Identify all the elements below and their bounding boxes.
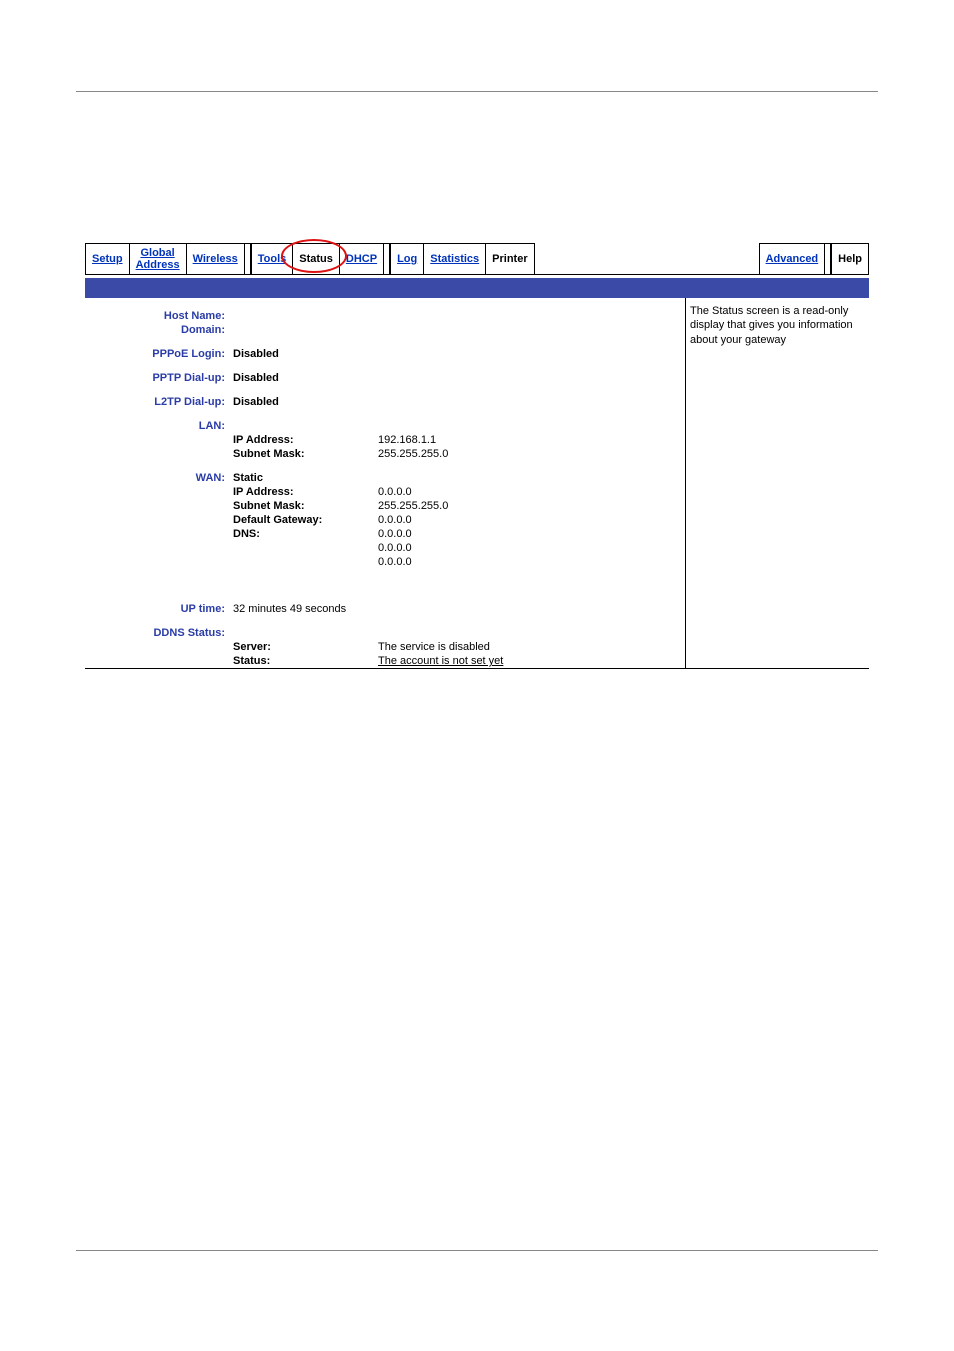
sidebar-help-text: The Status screen is a read-only display… [685, 298, 869, 669]
field-subnet-mask: Subnet Mask: [233, 500, 378, 512]
field-ip-address: IP Address: [233, 434, 378, 446]
tab-global-line2: Address [136, 259, 180, 271]
tab-filler [535, 243, 759, 275]
field-server: Server: [233, 641, 378, 653]
label-pptp: PPTP Dial-up: [85, 372, 233, 384]
tab-log[interactable]: Log [390, 243, 424, 275]
tab-setup[interactable]: Setup [85, 243, 130, 275]
row-wan-dns3: 0.0.0.0 [85, 556, 685, 568]
tab-bar: Setup Global Address Wireless Tools Stat… [85, 243, 869, 275]
tab-statistics[interactable]: Statistics [424, 243, 486, 275]
blue-banner [85, 278, 869, 298]
value-ddns-server: The service is disabled [378, 641, 685, 653]
label-uptime: UP time: [85, 603, 233, 615]
value-wan-ip: 0.0.0.0 [378, 486, 685, 498]
label-pppoe: PPPoE Login: [85, 348, 233, 360]
field-status: Status: [233, 655, 378, 667]
row-uptime: UP time: 32 minutes 49 seconds [85, 603, 685, 615]
row-wan-mask: Subnet Mask: 255.255.255.0 [85, 500, 685, 512]
screenshot-bottom-edge [85, 668, 869, 669]
tab-advanced[interactable]: Advanced [759, 243, 826, 275]
value-hostname [233, 310, 378, 322]
value-ddns-status: The account is not set yet [378, 655, 685, 667]
page-top-rule [76, 91, 878, 92]
row-ddns-server: Server: The service is disabled [85, 641, 685, 653]
row-wan-dns1: DNS: 0.0.0.0 [85, 528, 685, 540]
label-wan: WAN: [85, 472, 233, 484]
tab-global-address[interactable]: Global Address [130, 243, 187, 275]
tab-wireless[interactable]: Wireless [187, 243, 245, 275]
page-bottom-rule [76, 1250, 878, 1251]
main-panel: Host Name: Domain: PPPoE Login: Disabled… [85, 298, 685, 669]
label-hostname: Host Name: [85, 310, 233, 322]
row-ddns-status: Status: The account is not set yet [85, 655, 685, 667]
label-domain: Domain: [85, 324, 233, 336]
value-dns3: 0.0.0.0 [378, 556, 685, 568]
content-area: Host Name: Domain: PPPoE Login: Disabled… [85, 298, 869, 669]
tab-global-line1: Global [136, 247, 180, 259]
row-wan-dns2: 0.0.0.0 [85, 542, 685, 554]
row-l2tp: L2TP Dial-up: Disabled [85, 396, 685, 408]
tab-printer[interactable]: Printer [486, 243, 534, 275]
field-dns: DNS: [233, 528, 378, 540]
value-dns1: 0.0.0.0 [378, 528, 685, 540]
row-lan-header: LAN: [85, 420, 685, 432]
field-default-gateway: Default Gateway: [233, 514, 378, 526]
row-hostname: Host Name: [85, 310, 685, 322]
label-ddns: DDNS Status: [85, 627, 233, 639]
field-ip-address: IP Address: [233, 486, 378, 498]
label-l2tp: L2TP Dial-up: [85, 396, 233, 408]
row-domain: Domain: [85, 324, 685, 336]
row-wan-gw: Default Gateway: 0.0.0.0 [85, 514, 685, 526]
value-uptime: 32 minutes 49 seconds [233, 603, 346, 615]
value-pptp: Disabled [233, 372, 378, 384]
value-wan-type: Static [233, 472, 378, 484]
row-wan-header: WAN: Static [85, 472, 685, 484]
tab-tools[interactable]: Tools [251, 243, 294, 275]
label-lan: LAN: [85, 420, 233, 432]
value-domain [233, 324, 378, 336]
row-lan-mask: Subnet Mask: 255.255.255.0 [85, 448, 685, 460]
field-subnet-mask: Subnet Mask: [233, 448, 378, 460]
row-lan-ip: IP Address: 192.168.1.1 [85, 434, 685, 446]
tab-dhcp[interactable]: DHCP [340, 243, 384, 275]
tab-status[interactable]: Status [293, 243, 340, 275]
value-dns2: 0.0.0.0 [378, 542, 685, 554]
value-wan-gw: 0.0.0.0 [378, 514, 685, 526]
row-pptp: PPTP Dial-up: Disabled [85, 372, 685, 384]
value-lan-ip: 192.168.1.1 [378, 434, 685, 446]
row-wan-ip: IP Address: 0.0.0.0 [85, 486, 685, 498]
value-pppoe: Disabled [233, 348, 378, 360]
router-status-screenshot: Setup Global Address Wireless Tools Stat… [85, 243, 869, 669]
row-pppoe: PPPoE Login: Disabled [85, 348, 685, 360]
value-l2tp: Disabled [233, 396, 378, 408]
row-ddns-header: DDNS Status: [85, 627, 685, 639]
value-lan-mask: 255.255.255.0 [378, 448, 685, 460]
value-wan-mask: 255.255.255.0 [378, 500, 685, 512]
tab-help[interactable]: Help [831, 243, 869, 275]
